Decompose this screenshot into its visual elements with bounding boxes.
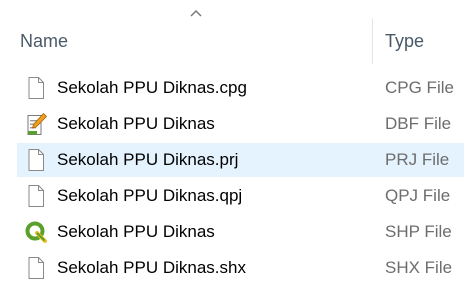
file-type: QPJ File bbox=[385, 186, 451, 205]
file-type: PRJ File bbox=[385, 150, 450, 169]
document-icon bbox=[28, 77, 44, 99]
document-icon bbox=[28, 185, 44, 207]
file-name: Sekolah PPU Diknas.cpg bbox=[57, 78, 247, 97]
file-name: Sekolah PPU Diknas.qpj bbox=[57, 186, 243, 205]
file-type: DBF File bbox=[385, 114, 452, 133]
file-explorer: Name Type Sekolah PPU Diknas.cpg CPG Fil… bbox=[0, 0, 464, 288]
document-icon bbox=[28, 257, 44, 279]
column-header-type[interactable]: Type bbox=[385, 26, 424, 56]
file-type: CPG File bbox=[385, 78, 454, 97]
column-header-name[interactable]: Name bbox=[20, 26, 68, 56]
document-icon bbox=[28, 149, 44, 171]
column-divider[interactable] bbox=[372, 18, 373, 64]
file-name: Sekolah PPU Diknas bbox=[57, 114, 215, 133]
file-name: Sekolah PPU Diknas bbox=[57, 222, 215, 241]
file-row[interactable]: Sekolah PPU Diknas SHP File bbox=[0, 214, 464, 250]
file-type: SHX File bbox=[385, 258, 453, 277]
file-name: Sekolah PPU Diknas.shx bbox=[57, 258, 246, 277]
dbf-editor-icon bbox=[27, 112, 48, 135]
file-name: Sekolah PPU Diknas.prj bbox=[57, 150, 239, 169]
file-row-selected[interactable]: Sekolah PPU Diknas.prj PRJ File bbox=[0, 142, 464, 178]
chevron-up-icon[interactable] bbox=[189, 8, 203, 18]
file-row[interactable]: Sekolah PPU Diknas.cpg CPG File bbox=[0, 70, 464, 106]
qgis-icon bbox=[25, 221, 47, 243]
column-header-bar: Name Type bbox=[0, 18, 464, 64]
file-row[interactable]: Sekolah PPU Diknas DBF File bbox=[0, 106, 464, 142]
file-row[interactable]: Sekolah PPU Diknas.shx SHX File bbox=[0, 250, 464, 286]
file-type: SHP File bbox=[385, 222, 452, 241]
file-row[interactable]: Sekolah PPU Diknas.qpj QPJ File bbox=[0, 178, 464, 214]
file-list: Sekolah PPU Diknas.cpg CPG File Sekolah … bbox=[0, 70, 464, 286]
